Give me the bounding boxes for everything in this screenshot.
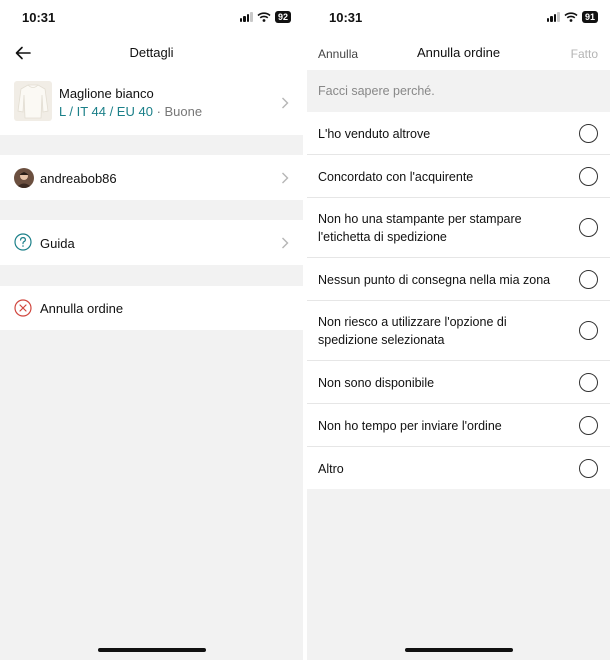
seller-row[interactable]: andreabob86: [0, 155, 303, 200]
home-indicator: [97, 648, 206, 652]
reason-prompt: Facci sapere perché.: [307, 70, 610, 112]
status-time: 10:31: [329, 10, 363, 25]
order-details-screen: 10:31 92 Dettagli Maglione bianco L / IT…: [0, 0, 303, 660]
reason-option[interactable]: Concordato con l'acquirente: [307, 155, 610, 198]
reason-option[interactable]: Non ho tempo per inviare l'ordine: [307, 404, 610, 447]
page-title: Dettagli: [129, 45, 174, 60]
item-condition: Buone: [164, 104, 203, 119]
signal-icon: [546, 12, 560, 22]
battery-icon: 91: [581, 11, 598, 23]
avatar: [14, 168, 34, 188]
reason-option[interactable]: Non sono disponibile: [307, 361, 610, 404]
home-indicator: [404, 648, 513, 652]
done-button[interactable]: Fatto: [571, 47, 598, 61]
radio-button[interactable]: [579, 124, 598, 143]
reason-label: Altro: [318, 462, 344, 476]
reason-label: L'ho venduto altrove: [318, 127, 431, 141]
signal-icon: [239, 12, 253, 22]
chevron-right-icon: [282, 97, 289, 109]
status-bar: 10:31 92: [0, 0, 303, 36]
radio-button[interactable]: [579, 321, 598, 340]
item-row[interactable]: Maglione bianco L / IT 44 / EU 40 · Buon…: [0, 70, 303, 135]
item-details: L / IT 44 / EU 40 · Buone: [59, 104, 202, 119]
nav-bar: Dettagli: [0, 36, 303, 70]
reason-option[interactable]: Non ho una stampante per stampare l'etic…: [307, 198, 610, 258]
chevron-right-icon: [282, 172, 289, 184]
wifi-icon: [257, 12, 271, 22]
reason-option[interactable]: Non riesco a utilizzare l'opzione di spe…: [307, 301, 610, 361]
item-thumbnail: [14, 81, 52, 121]
help-row[interactable]: Guida: [0, 220, 303, 265]
radio-button[interactable]: [579, 167, 598, 186]
radio-button[interactable]: [579, 459, 598, 478]
battery-icon: 92: [274, 11, 291, 23]
reason-label: Nessun punto di consegna nella mia zona: [318, 273, 551, 287]
question-icon: [14, 233, 32, 251]
nav-bar: Annulla Annulla ordine Fatto: [307, 36, 610, 70]
page-title: Annulla ordine: [416, 45, 501, 60]
status-time: 10:31: [22, 10, 56, 25]
reason-label: Non ho una stampante per stampare l'etic…: [318, 212, 522, 244]
radio-button[interactable]: [579, 373, 598, 392]
help-label: Guida: [40, 236, 75, 251]
radio-button[interactable]: [579, 218, 598, 237]
item-name: Maglione bianco: [59, 86, 154, 101]
status-bar: 10:31 91: [307, 0, 610, 36]
radio-button[interactable]: [579, 270, 598, 289]
cancel-order-label: Annulla ordine: [40, 301, 124, 316]
close-circle-icon: [14, 299, 32, 317]
reason-label: Non ho tempo per inviare l'ordine: [318, 419, 502, 433]
reason-prompt-text: Facci sapere perché.: [318, 84, 435, 98]
item-size: L / IT 44 / EU 40: [59, 104, 153, 119]
item-separator: ·: [152, 104, 165, 119]
seller-username: andreabob86: [40, 171, 117, 186]
reason-label: Non riesco a utilizzare l'opzione di spe…: [318, 315, 507, 347]
reason-option[interactable]: Altro: [307, 447, 610, 489]
reason-option[interactable]: Nessun punto di consegna nella mia zona: [307, 258, 610, 301]
status-icons: 92: [239, 11, 291, 23]
wifi-icon: [564, 12, 578, 22]
chevron-right-icon: [282, 237, 289, 249]
cancel-order-screen: 10:31 91 Annulla Annulla ordine Fatto Fa…: [307, 0, 610, 660]
status-icons: 91: [546, 11, 598, 23]
radio-button[interactable]: [579, 416, 598, 435]
reason-label: Concordato con l'acquirente: [318, 170, 474, 184]
reason-option[interactable]: L'ho venduto altrove: [307, 112, 610, 155]
reason-label: Non sono disponibile: [318, 376, 435, 390]
cancel-order-row[interactable]: Annulla ordine: [0, 286, 303, 330]
